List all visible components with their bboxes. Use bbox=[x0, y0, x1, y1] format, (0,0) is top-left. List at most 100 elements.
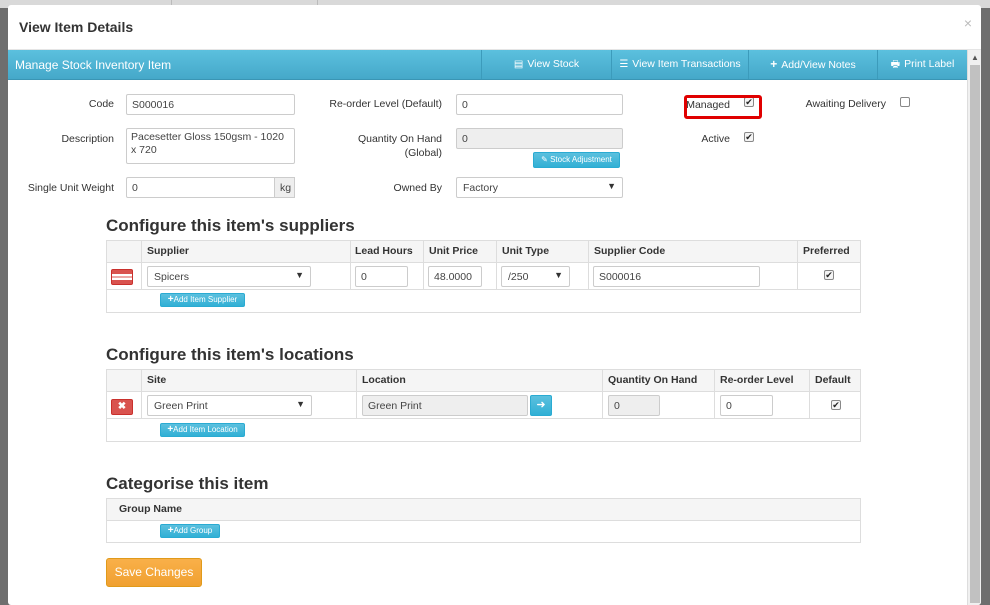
view-transactions-label: View Item Transactions bbox=[632, 58, 741, 70]
row-divider bbox=[107, 289, 860, 290]
weight-unit-addon: kg bbox=[274, 177, 295, 198]
caret-down-icon: ▼ bbox=[295, 270, 304, 280]
active-checkbox[interactable]: ✔ bbox=[744, 132, 754, 142]
toolbar-title: Manage Stock Inventory Item bbox=[15, 58, 172, 72]
stock-adjustment-button[interactable]: ✎ Stock Adjustment bbox=[533, 152, 620, 168]
divider bbox=[350, 241, 351, 290]
awaiting-delivery-checkbox[interactable] bbox=[900, 97, 910, 107]
locations-section-title: Configure this item's locations bbox=[106, 345, 354, 364]
add-location-label: Add Item Location bbox=[173, 425, 238, 434]
item-details-modal: View Item Details × Manage Stock Invento… bbox=[8, 5, 981, 605]
divider bbox=[356, 370, 357, 419]
divider bbox=[797, 241, 798, 290]
divider bbox=[602, 370, 603, 419]
col-quantity-on-hand: Quantity On Hand bbox=[608, 374, 698, 386]
divider bbox=[714, 370, 715, 419]
add-view-notes-button[interactable]: + Add/View Notes bbox=[748, 50, 877, 79]
owned-by-value: Factory bbox=[463, 182, 499, 194]
location-qoh-input bbox=[608, 395, 660, 416]
arrow-right-icon[interactable]: ➜ bbox=[530, 395, 552, 416]
categories-section-title: Categorise this item bbox=[106, 474, 269, 493]
inventory-toolbar: Manage Stock Inventory Item ▤ View Stock … bbox=[8, 50, 967, 80]
col-preferred: Preferred bbox=[803, 245, 850, 257]
list-icon: ☰ bbox=[619, 59, 629, 70]
code-input[interactable] bbox=[126, 94, 295, 115]
location-input bbox=[362, 395, 528, 416]
preferred-checkbox[interactable]: ✔ bbox=[824, 270, 834, 280]
print-label-text: Print Label bbox=[904, 58, 955, 70]
scroll-up-icon[interactable]: ▲ bbox=[971, 53, 979, 62]
site-select[interactable]: Green Print ▼ bbox=[147, 395, 312, 416]
divider bbox=[423, 241, 424, 290]
qoh-label: Quantity On Hand bbox=[357, 133, 442, 145]
owned-by-select[interactable]: Factory ▼ bbox=[456, 177, 623, 198]
close-icon[interactable]: × bbox=[964, 15, 972, 31]
site-value: Green Print bbox=[154, 400, 208, 412]
suppliers-table-header: Supplier Lead Hours Unit Price Unit Type… bbox=[107, 241, 860, 263]
owned-by-label: Owned By bbox=[393, 182, 442, 194]
description-label: Description bbox=[61, 133, 114, 145]
supplier-select[interactable]: Spicers ▼ bbox=[147, 266, 311, 287]
scrollbar-thumb[interactable] bbox=[970, 65, 980, 603]
categories-table-header: Group Name bbox=[107, 499, 860, 521]
add-supplier-label: Add Item Supplier bbox=[173, 295, 238, 304]
remove-supplier-button[interactable] bbox=[111, 269, 133, 285]
reorder-level-label: Re-order Level (Default) bbox=[329, 98, 442, 110]
list-box-icon: ▤ bbox=[513, 59, 524, 70]
col-supplier: Supplier bbox=[147, 245, 190, 257]
reorder-level-input[interactable] bbox=[456, 94, 623, 115]
view-stock-button[interactable]: ▤ View Stock bbox=[481, 50, 611, 79]
add-item-supplier-button[interactable]: +Add Item Supplier bbox=[160, 293, 245, 307]
suppliers-section-title: Configure this item's suppliers bbox=[106, 216, 355, 235]
col-unit-price: Unit Price bbox=[429, 245, 479, 257]
location-reorder-input[interactable] bbox=[720, 395, 773, 416]
managed-highlight-box bbox=[684, 95, 762, 119]
lead-hours-input[interactable] bbox=[355, 266, 408, 287]
stock-adjustment-label: Stock Adjustment bbox=[550, 155, 612, 164]
modal-scrollbar[interactable]: ▲ bbox=[967, 50, 981, 605]
row-divider bbox=[107, 418, 860, 419]
edit-icon: ✎ bbox=[541, 155, 551, 164]
add-group-button[interactable]: +Add Group bbox=[160, 524, 220, 538]
col-lead-hours: Lead Hours bbox=[355, 245, 413, 257]
unit-type-select[interactable]: /250 ▼ bbox=[501, 266, 570, 287]
caret-down-icon: ▼ bbox=[554, 270, 563, 280]
col-group-name: Group Name bbox=[119, 503, 183, 515]
description-textarea[interactable]: Pacesetter Gloss 150gsm - 1020 x 720 bbox=[126, 128, 295, 164]
divider bbox=[496, 241, 497, 290]
printer-icon: 🖶 bbox=[890, 59, 901, 70]
suppliers-table: Supplier Lead Hours Unit Price Unit Type… bbox=[106, 240, 861, 313]
awaiting-delivery-label: Awaiting Delivery bbox=[805, 98, 886, 110]
caret-down-icon: ▼ bbox=[296, 399, 305, 409]
caret-down-icon: ▼ bbox=[607, 181, 616, 191]
col-default: Default bbox=[815, 374, 851, 386]
add-group-label: Add Group bbox=[173, 526, 213, 535]
modal-title: View Item Details bbox=[19, 19, 134, 35]
print-label-button[interactable]: 🖶 Print Label bbox=[877, 50, 967, 79]
col-unit-type: Unit Type bbox=[502, 245, 550, 257]
locations-table: Site Location Quantity On Hand Re-order … bbox=[106, 369, 861, 442]
view-stock-label: View Stock bbox=[527, 58, 580, 70]
qoh-input bbox=[456, 128, 623, 149]
locations-table-header: Site Location Quantity On Hand Re-order … bbox=[107, 370, 860, 392]
default-location-checkbox[interactable]: ✔ bbox=[831, 400, 841, 410]
save-changes-button[interactable]: Save Changes bbox=[106, 558, 202, 587]
view-transactions-button[interactable]: ☰ View Item Transactions bbox=[611, 50, 748, 79]
qoh-global-label: (Global) bbox=[404, 147, 442, 159]
divider bbox=[809, 370, 810, 419]
divider bbox=[141, 241, 142, 290]
active-label: Active bbox=[701, 133, 730, 145]
add-item-location-button[interactable]: +Add Item Location bbox=[160, 423, 245, 437]
unit-weight-input[interactable] bbox=[126, 177, 276, 198]
col-location: Location bbox=[362, 374, 406, 386]
unit-price-input[interactable] bbox=[428, 266, 482, 287]
supplier-code-input[interactable] bbox=[593, 266, 760, 287]
notes-label: Add/View Notes bbox=[781, 59, 856, 71]
code-label: Code bbox=[88, 98, 114, 110]
col-reorder-level: Re-order Level bbox=[720, 374, 794, 386]
plus-icon: + bbox=[770, 57, 778, 71]
unit-type-value: /250 bbox=[508, 271, 529, 283]
col-supplier-code: Supplier Code bbox=[594, 245, 666, 257]
col-site: Site bbox=[147, 374, 167, 386]
remove-location-button[interactable]: ✖ bbox=[111, 399, 133, 415]
